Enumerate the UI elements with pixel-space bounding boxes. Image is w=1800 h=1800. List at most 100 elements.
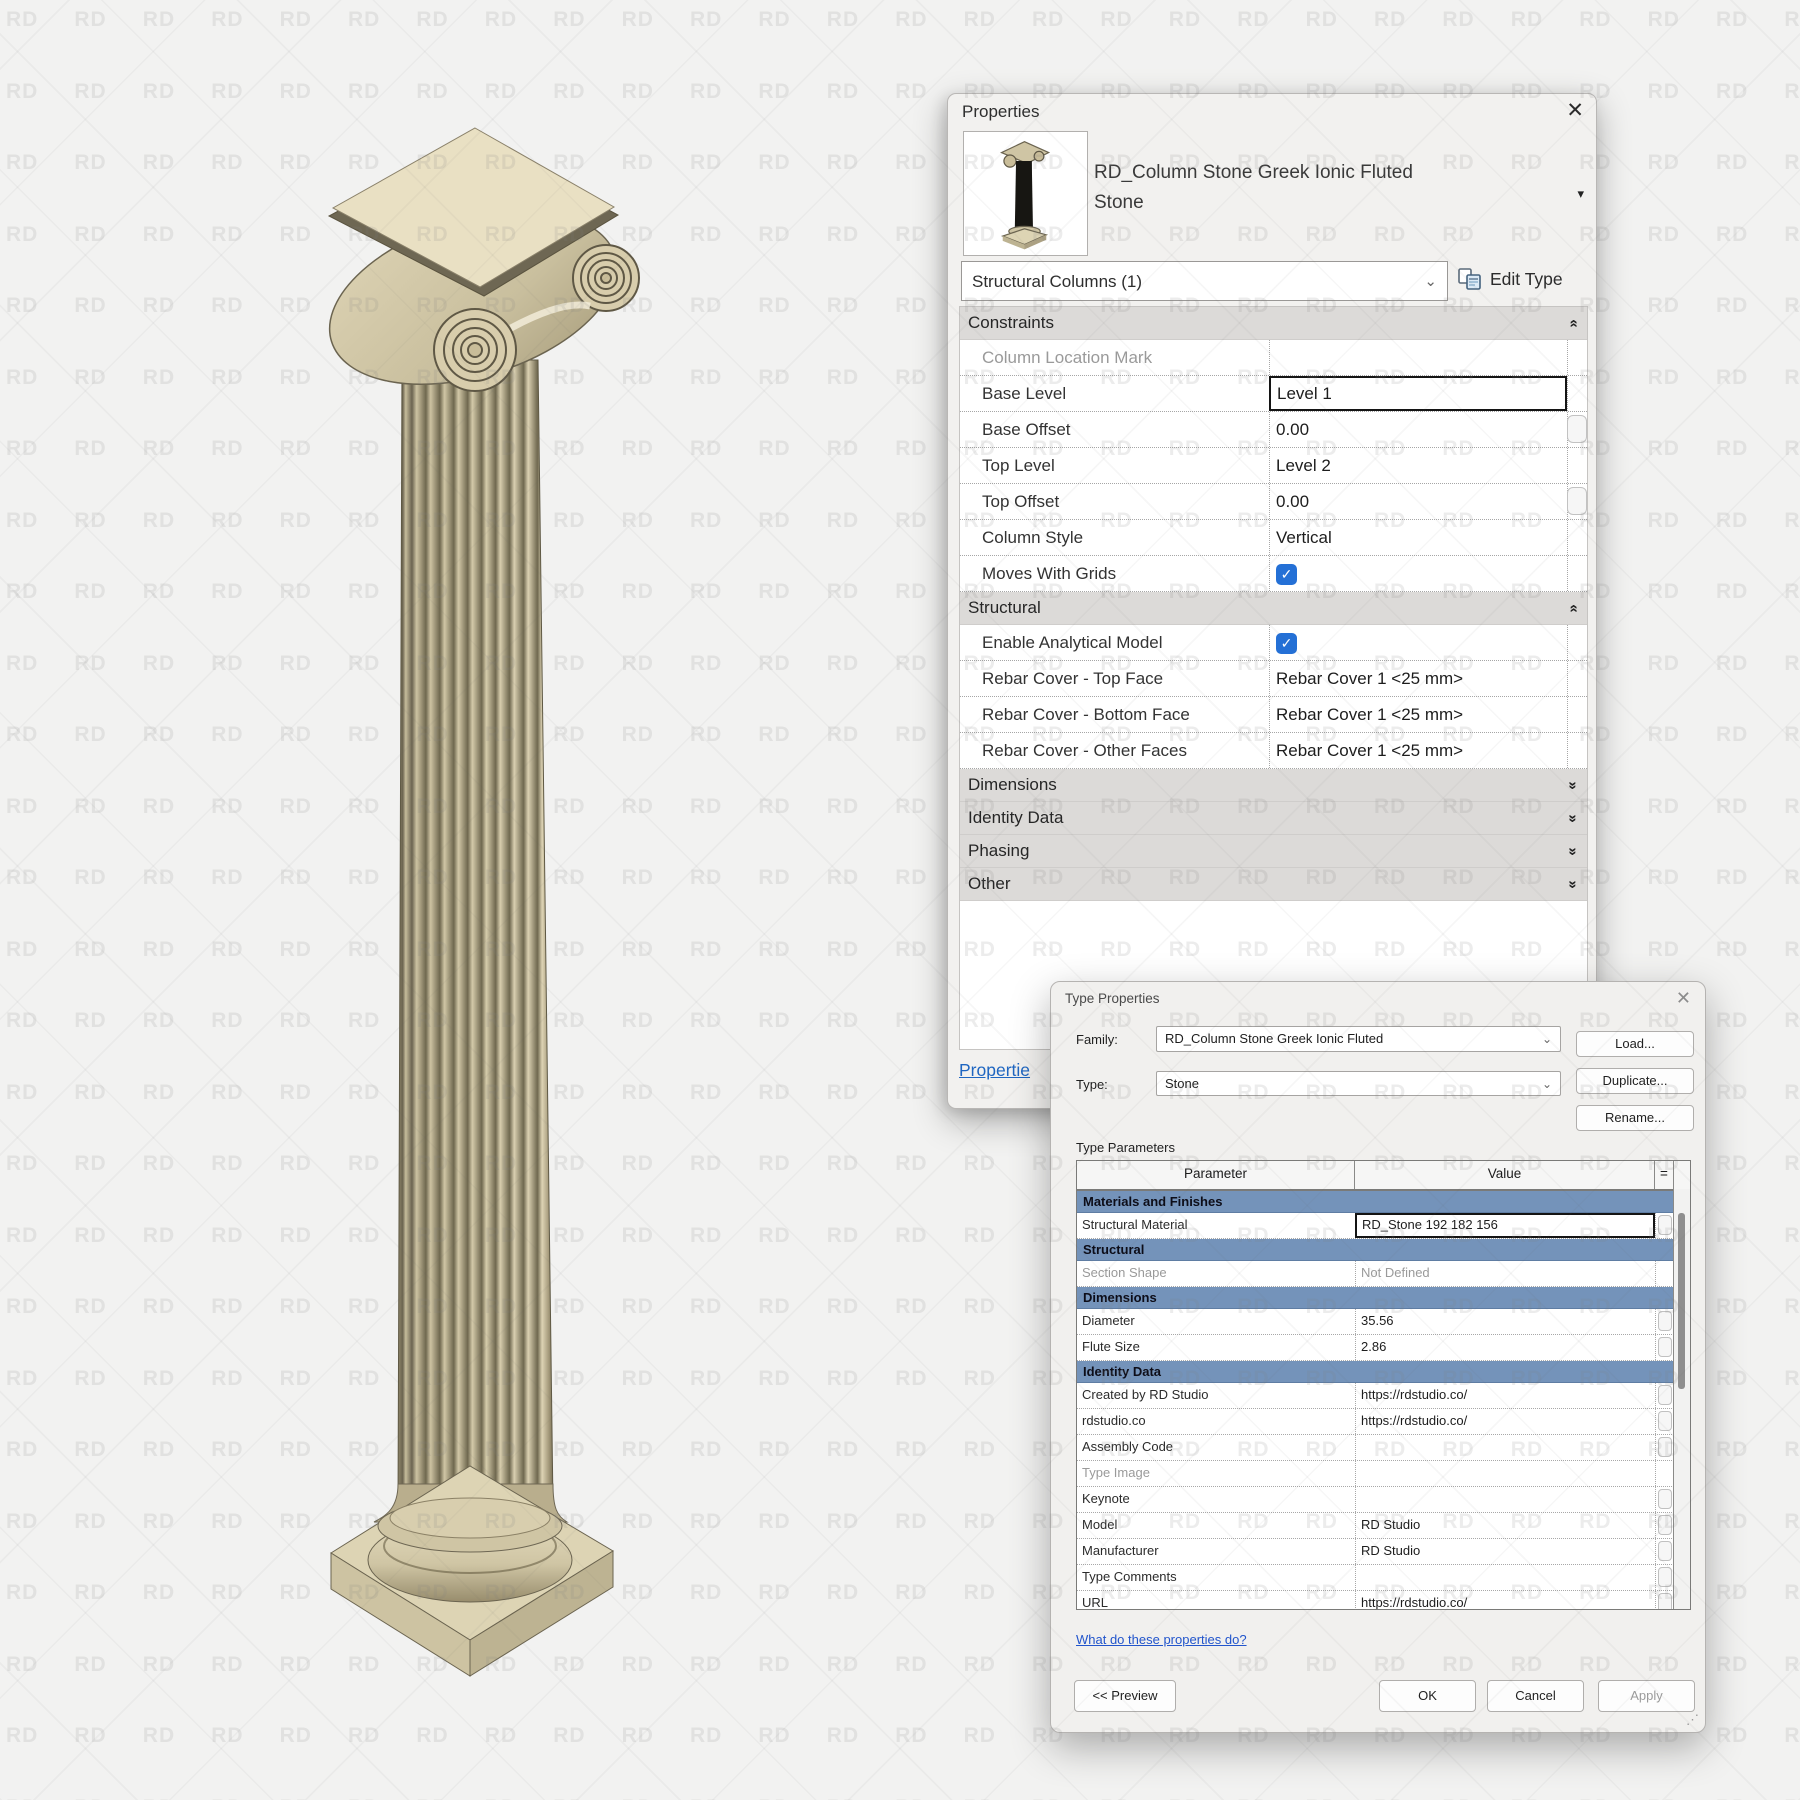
family-label: Family: [1076,1032,1118,1047]
row-gutter [1655,1591,1674,1609]
parameter-value[interactable]: RD Studio [1355,1539,1655,1564]
section-header-phasing[interactable]: Phasing» [960,835,1587,868]
associate-parameter-button[interactable] [1567,415,1587,443]
section-header-structural[interactable]: Structural » [960,592,1587,625]
ok-button[interactable]: OK [1379,1680,1476,1712]
parameter-row: Type Image [1077,1461,1690,1487]
row-gutter [1567,520,1587,555]
group-label: Materials and Finishes [1083,1194,1222,1209]
parameter-value[interactable]: 2.86 [1355,1335,1655,1360]
type-label: Type: [1076,1077,1108,1092]
property-value[interactable]: ✓ [1269,556,1567,591]
property-value[interactable]: ✓ [1269,625,1567,660]
parameter-value[interactable]: RD Studio [1355,1513,1655,1538]
property-value[interactable]: Vertical [1269,520,1567,555]
double-chevron-up-icon[interactable]: » [1564,319,1581,327]
family-select[interactable]: RD_Column Stone Greek Ionic Fluted ⌄ [1156,1026,1561,1052]
property-label: Top Offset [960,484,1269,519]
associate-parameter-button[interactable] [1658,1215,1672,1235]
associate-parameter-button[interactable] [1658,1311,1672,1331]
parameter-value[interactable] [1355,1435,1655,1460]
parameter-group-identity-data[interactable]: Identity Data» [1077,1361,1690,1383]
type-selector-dropdown-icon[interactable]: ▾ [1577,186,1584,202]
associate-parameter-button[interactable] [1567,487,1587,515]
property-value[interactable]: Rebar Cover 1 <25 mm> [1269,661,1567,696]
parameter-value[interactable]: 35.56 [1355,1309,1655,1334]
property-value[interactable]: 0.00 [1269,484,1567,519]
properties-help-link[interactable]: Propertie [959,1060,1030,1081]
table-scrollbar[interactable] [1673,1189,1690,1609]
associate-parameter-button[interactable] [1658,1515,1672,1535]
section-label: Constraints [968,313,1054,333]
preview-button[interactable]: << Preview [1074,1680,1176,1712]
double-chevron-down-icon[interactable]: » [1564,847,1581,855]
associate-parameter-button[interactable] [1658,1567,1672,1587]
close-icon[interactable]: ✕ [1566,98,1584,124]
type-select[interactable]: Stone ⌄ [1156,1071,1561,1096]
property-value[interactable]: 0.00 [1269,412,1567,447]
load-button[interactable]: Load... [1576,1031,1694,1057]
resize-grip-icon[interactable]: ⋰ [1686,1712,1699,1728]
checkbox-checked-icon[interactable]: ✓ [1276,633,1297,654]
property-label: Enable Analytical Model [960,625,1269,660]
parameter-value[interactable]: https://rdstudio.co/ [1355,1591,1655,1609]
double-chevron-down-icon[interactable]: » [1564,880,1581,888]
property-row: Rebar Cover - Bottom FaceRebar Cover 1 <… [960,697,1587,733]
type-value: Stone [1165,1076,1199,1091]
parameter-group-materials-and-finishes[interactable]: Materials and Finishes» [1077,1191,1690,1213]
duplicate-button[interactable]: Duplicate... [1576,1068,1694,1094]
property-value[interactable] [1269,340,1567,375]
type-properties-help-link[interactable]: What do these properties do? [1076,1632,1247,1647]
parameter-value[interactable] [1355,1565,1655,1590]
property-label: Rebar Cover - Other Faces [960,733,1269,768]
parameter-value[interactable]: https://rdstudio.co/ [1355,1383,1655,1408]
edit-type-label: Edit Type [1490,269,1563,290]
property-value[interactable]: Rebar Cover 1 <25 mm> [1269,733,1567,768]
property-row: Column StyleVertical [960,520,1587,556]
property-value[interactable]: Rebar Cover 1 <25 mm> [1269,697,1567,732]
associate-parameter-button[interactable] [1658,1385,1672,1405]
double-chevron-up-icon[interactable]: » [1564,604,1581,612]
parameter-group-dimensions[interactable]: Dimensions» [1077,1287,1690,1309]
associate-parameter-button[interactable] [1658,1437,1672,1457]
row-gutter [1567,484,1587,519]
property-value[interactable]: Level 1 [1269,376,1567,411]
associate-parameter-button[interactable] [1658,1489,1672,1509]
cancel-button[interactable]: Cancel [1487,1680,1584,1712]
scrollbar-thumb[interactable] [1678,1213,1685,1389]
section-header-other[interactable]: Other» [960,868,1587,901]
property-value[interactable]: Level 2 [1269,448,1567,483]
checkbox-checked-icon[interactable]: ✓ [1276,564,1297,585]
parameter-name: URL [1077,1591,1355,1609]
section-label: Structural [968,598,1041,618]
parameter-name: Assembly Code [1077,1435,1355,1460]
double-chevron-down-icon[interactable]: » [1564,781,1581,789]
section-header-dimensions[interactable]: Dimensions» [960,769,1587,802]
row-gutter [1655,1513,1674,1538]
double-chevron-down-icon[interactable]: » [1564,814,1581,822]
associate-parameter-button[interactable] [1658,1337,1672,1357]
close-icon[interactable]: ✕ [1676,988,1691,1009]
section-header-identity-data[interactable]: Identity Data» [960,802,1587,835]
chevron-down-icon: ⌄ [1542,1027,1552,1051]
parameter-name: Model [1077,1513,1355,1538]
parameter-value[interactable]: https://rdstudio.co/ [1355,1409,1655,1434]
parameter-value: Not Defined [1355,1261,1655,1286]
section-header-constraints[interactable]: Constraints » [960,307,1587,340]
property-label: Column Location Mark [960,340,1269,375]
parameter-group-structural[interactable]: Structural» [1077,1239,1690,1261]
edit-type-button[interactable]: Edit Type [1457,266,1587,296]
parameter-name: Type Image [1077,1461,1355,1486]
associate-parameter-button[interactable] [1658,1411,1672,1431]
row-gutter [1567,625,1587,660]
row-gutter [1567,733,1587,768]
category-filter-select[interactable]: Structural Columns (1) ⌄ [961,261,1448,301]
associate-parameter-button[interactable] [1658,1541,1672,1561]
associate-parameter-button[interactable] [1658,1593,1672,1609]
property-row: Rebar Cover - Other FacesRebar Cover 1 <… [960,733,1587,769]
property-label: Moves With Grids [960,556,1269,591]
rename-button[interactable]: Rename... [1576,1105,1694,1131]
row-gutter [1655,1409,1674,1434]
parameter-value[interactable] [1355,1487,1655,1512]
parameter-value[interactable]: RD_Stone 192 182 156 [1355,1213,1655,1238]
